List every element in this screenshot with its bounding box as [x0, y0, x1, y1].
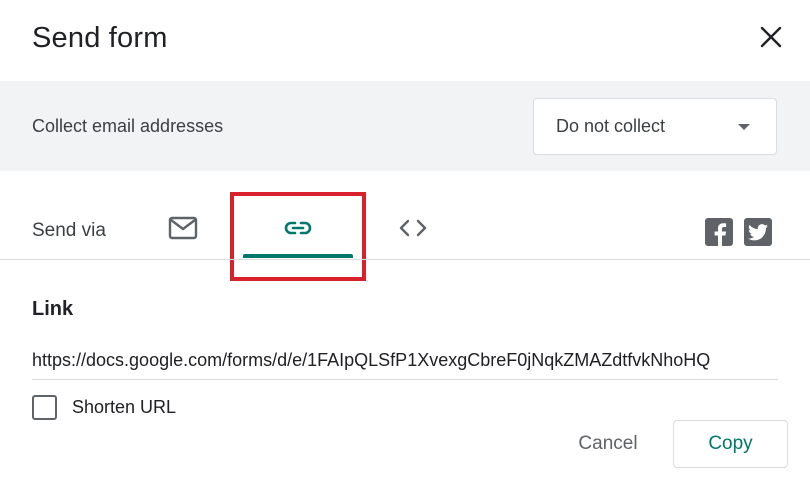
link-heading: Link [32, 298, 74, 320]
tab-link[interactable] [243, 195, 353, 260]
active-tab-indicator [243, 254, 353, 258]
shorten-url-row: Shorten URL [32, 394, 176, 420]
link-icon [284, 221, 312, 234]
chevron-down-icon [738, 124, 750, 130]
collect-email-dropdown[interactable]: Do not collect [533, 98, 777, 155]
embed-code-icon [399, 219, 427, 236]
shorten-url-checkbox[interactable] [32, 394, 57, 420]
collect-email-label: Collect email addresses [32, 116, 224, 136]
send-form-dialog: Send form Collect email addresses Do not… [0, 0, 810, 490]
link-url-field[interactable]: https://docs.google.com/forms/d/e/1FAIpQ… [32, 350, 778, 380]
tab-embed[interactable] [380, 195, 446, 260]
email-icon [168, 216, 198, 239]
send-via-label: Send via [32, 220, 106, 241]
shorten-url-label: Shorten URL [72, 396, 177, 417]
close-button[interactable] [752, 18, 790, 56]
cancel-button[interactable]: Cancel [564, 420, 652, 468]
tab-email[interactable] [150, 195, 216, 260]
section-divider [0, 259, 810, 260]
close-icon [760, 26, 782, 48]
share-facebook-button[interactable] [705, 218, 733, 246]
share-twitter-button[interactable] [744, 218, 772, 246]
twitter-icon [748, 223, 768, 240]
dialog-title: Send form [32, 22, 168, 54]
copy-button[interactable]: Copy [673, 420, 788, 468]
collect-email-selected-value: Do not collect [556, 116, 666, 136]
facebook-icon [714, 223, 727, 246]
